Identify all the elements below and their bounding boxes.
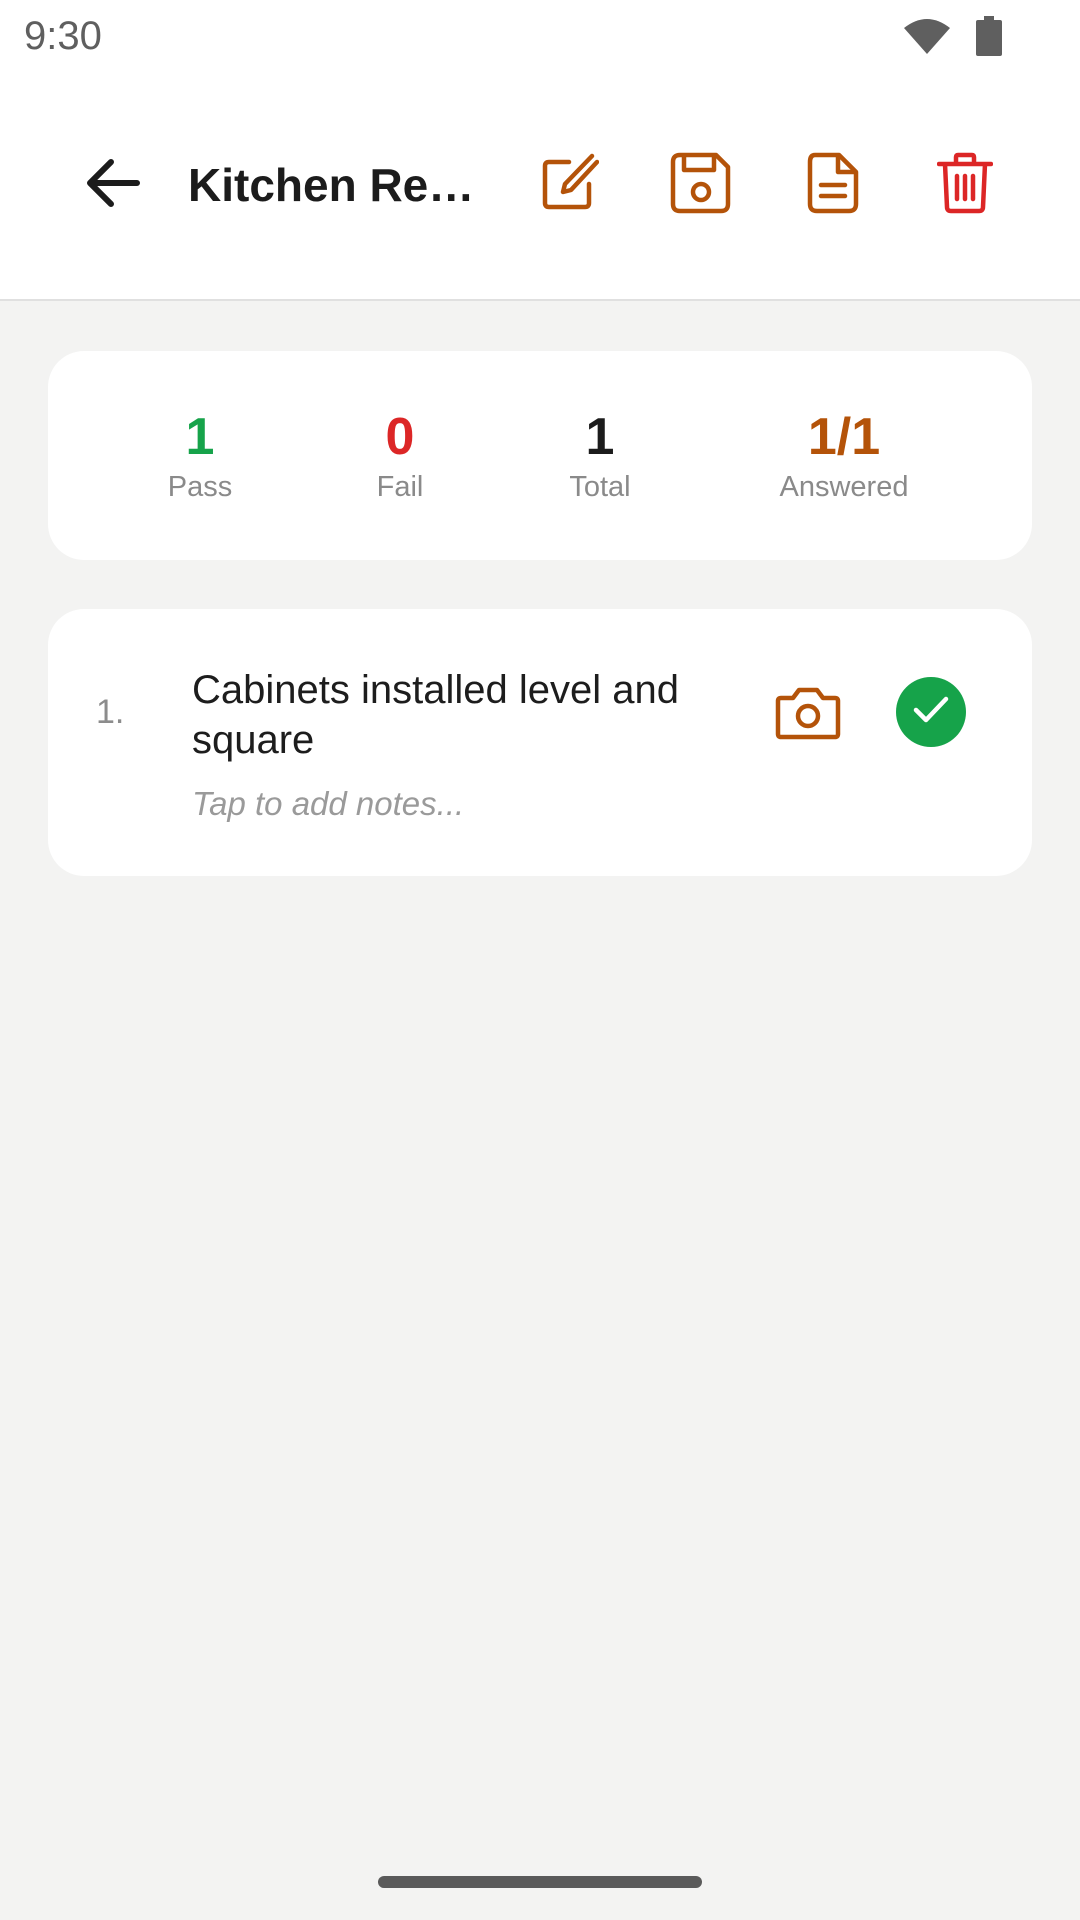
item-number: 1. [96,693,125,731]
status-icons [904,16,1002,61]
document-icon [807,152,859,219]
back-button[interactable] [80,152,146,218]
summary-card: 1 Pass 0 Fail 1 Total 1/1 Answered [48,351,1032,560]
camera-icon [775,686,841,745]
fail-count: 0 [385,408,415,466]
delete-button[interactable] [930,150,1000,220]
document-button[interactable] [798,150,868,220]
wifi-icon [904,18,950,59]
trash-icon [936,152,994,219]
answered-stat: 1/1 Answered [780,407,909,504]
battery-icon [976,16,1002,61]
page-title: Kitchen Remodel Inspection [188,159,498,211]
edit-button[interactable] [534,150,604,220]
arrow-left-icon [85,158,141,213]
checklist-item[interactable]: 1. Cabinets installed level and square T… [48,609,1032,876]
pass-toggle-button[interactable] [896,677,966,747]
total-count: 1 [585,408,615,466]
status-time: 9:30 [24,14,102,58]
total-label: Total [569,471,631,503]
save-icon [670,152,732,219]
pass-stat: 1 Pass [168,407,232,504]
answered-label: Answered [779,471,909,503]
camera-button[interactable] [768,683,848,747]
edit-icon [539,153,600,218]
save-button[interactable] [666,150,736,220]
fail-label: Fail [376,471,424,503]
total-stat: 1 Total [569,407,630,504]
fail-stat: 0 Fail [377,407,424,504]
status-bar: 9:30 [0,0,1080,80]
item-notes-field[interactable]: Tap to add notes... [192,785,464,823]
pass-label: Pass [167,471,233,503]
item-text: Cabinets installed level and square [192,668,679,762]
answered-count: 1/1 [807,408,881,466]
check-icon [913,696,949,729]
pass-count: 1 [185,408,215,466]
home-indicator[interactable] [378,1876,702,1888]
app-bar: Kitchen Remodel Inspection [0,80,1080,301]
